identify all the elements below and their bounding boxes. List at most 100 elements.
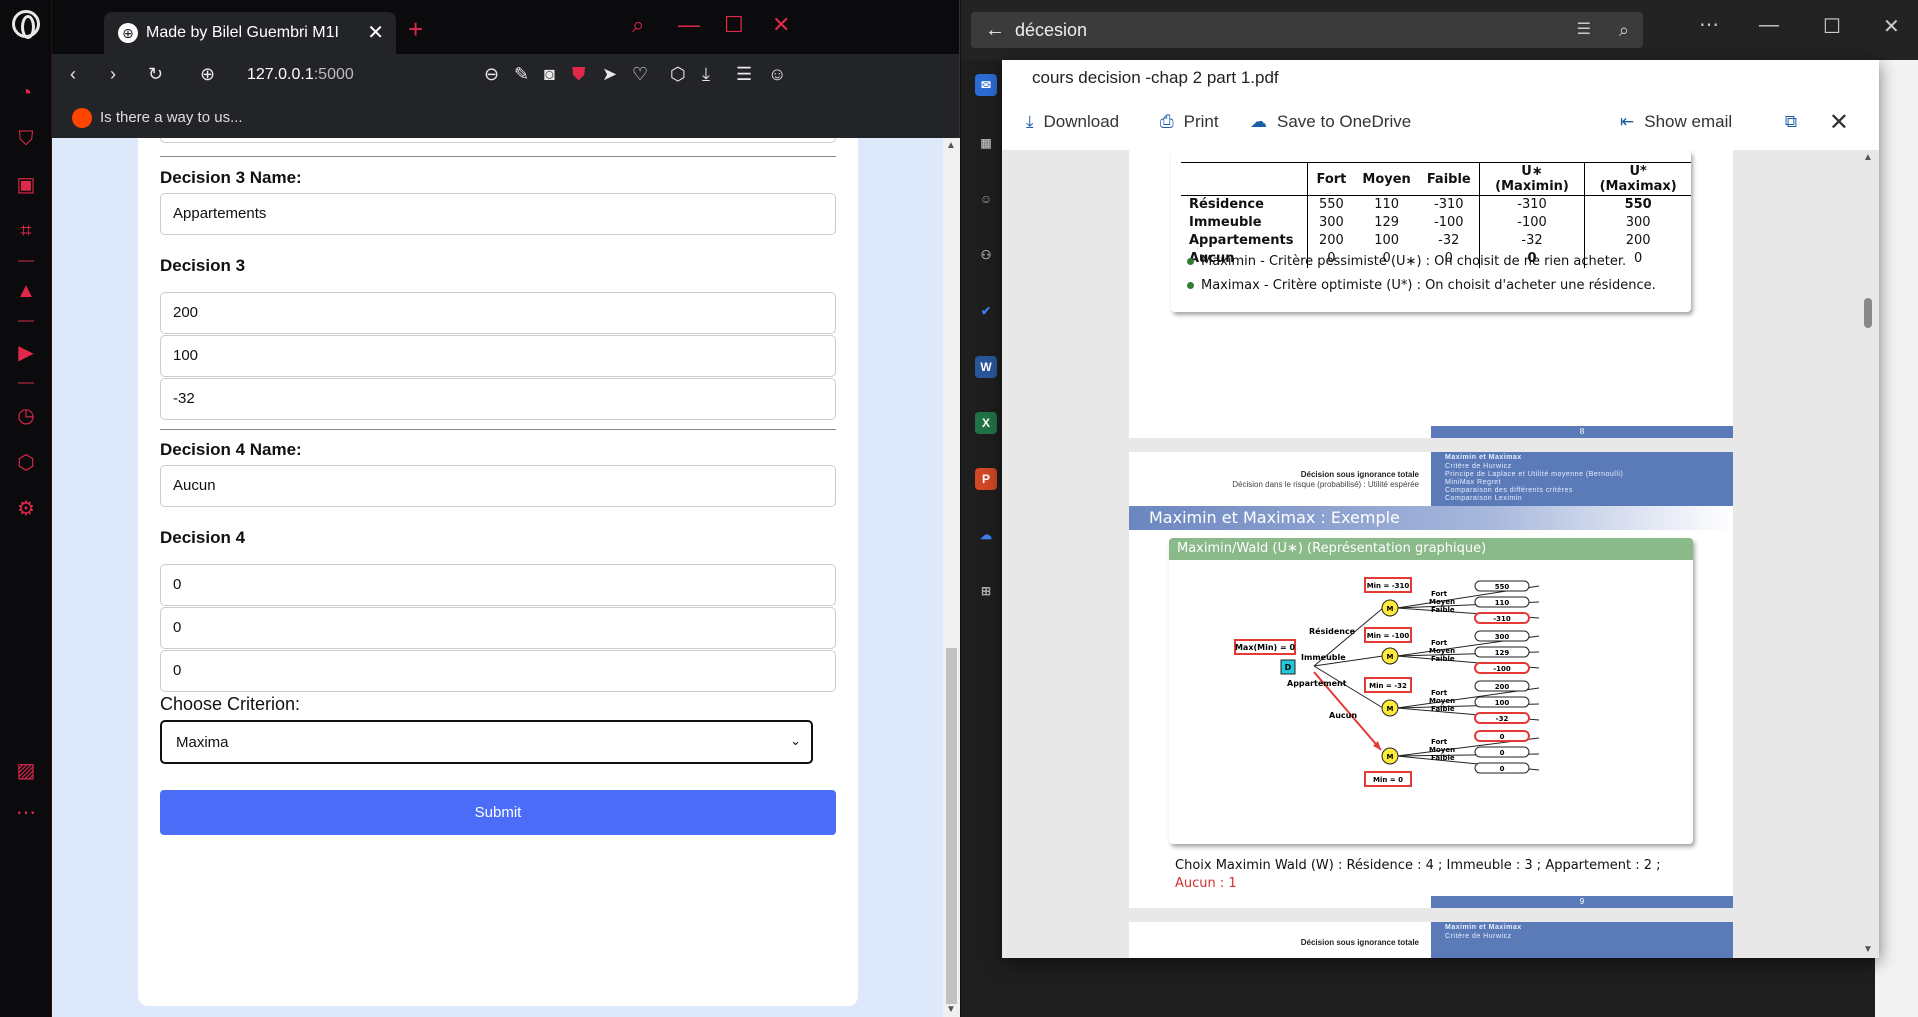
opera-tabbar: 🎮 ⊕ Made by Bilel Guembri M1I ✕ + ⌕ — ☐ … [52,0,959,54]
twitch-icon[interactable]: ▣ [13,172,39,198]
scroll-down-icon[interactable]: ▼ [1863,944,1873,955]
state-label: Moyen [1429,647,1455,655]
minimize-icon[interactable]: — [678,12,700,38]
page-scrollbar[interactable]: ▲ ▼ [943,138,960,1017]
table-cell: -32 [1438,233,1460,248]
new-tab-icon[interactable]: + [408,14,423,45]
reload-icon[interactable]: ↻ [148,64,163,85]
excel-icon[interactable]: X [975,412,997,434]
gx-control-icon[interactable]: ⌗ [13,218,39,244]
maximize-icon[interactable]: ☐ [724,12,744,38]
todo-check-icon[interactable]: ✔ [975,300,997,322]
table-cell: 110 [1374,197,1400,213]
popout-icon[interactable]: ⧉ [1785,112,1797,132]
back-arrow-icon[interactable]: ← [985,12,1005,48]
send-icon[interactable]: ➤ [602,64,617,85]
more-options-icon[interactable]: ⋯ [1699,12,1719,37]
search-icon[interactable]: ⌕ [1619,12,1629,48]
show-email-button[interactable]: ⇤ Show email [1620,112,1732,132]
decision4-faible-input[interactable]: 0 [160,650,836,692]
decision4-fort-input[interactable]: 0 [160,564,836,606]
min-label: Min = -100 [1367,632,1410,640]
mail-icon[interactable]: ✉ [975,74,997,96]
scrollbar-thumb[interactable] [1864,298,1872,328]
scrollbar-thumb[interactable] [946,648,957,1004]
word-icon[interactable]: W [975,356,997,378]
save-onedrive-button[interactable]: ☁ Save to OneDrive [1250,112,1411,132]
back-icon[interactable]: ‹ [70,64,76,85]
site-info-globe-icon[interactable]: ⊕ [200,64,215,85]
decision3-faible-input[interactable]: -32 [160,378,836,420]
outlook-right-pane [1875,60,1918,1017]
extensions-icon[interactable]: ⬡ [670,64,686,85]
download-button[interactable]: ⤓ Download [1026,112,1119,132]
nav-item: Maximin et Maximax [1445,454,1522,461]
extensions-cube-icon[interactable]: ⬡ [13,450,39,476]
opera-logo-icon[interactable] [12,10,40,39]
leaf-value: 300 [1495,633,1510,641]
address-bar[interactable]: 127.0.0.1:5000 [247,66,354,84]
search-query: décesion [1015,20,1088,40]
print-button[interactable]: ⎙ Print [1160,112,1219,132]
branch-label: Appartement [1287,679,1347,688]
minimize-icon[interactable]: — [1759,14,1779,37]
mail-search-box[interactable]: ← décesion ☰ ⌕ [971,12,1643,48]
edit-icon[interactable]: ✎ [514,64,529,85]
easy-setup-icon[interactable]: ☰ [736,64,752,85]
reddit-icon[interactable] [72,108,92,128]
calendar-icon[interactable]: ▦ [975,132,997,154]
downloads-icon[interactable]: ⤓ [702,64,710,85]
table-cell: -100 [1434,215,1464,230]
decision4-name-input[interactable]: Aucun [160,465,836,507]
filter-icon[interactable]: ☰ [1577,12,1591,48]
speed-dial-icon[interactable]: ◔ [13,80,39,106]
aria-icon[interactable]: ▲ [13,278,39,304]
scroll-down-icon[interactable]: ▼ [946,1004,956,1015]
adblock-shield-icon[interactable]: ⛊ [572,64,586,85]
powerpoint-icon[interactable]: P [975,468,997,490]
apps-grid-icon[interactable]: ⊞ [975,580,997,602]
leaf-value: 129 [1495,649,1510,657]
gallery-icon[interactable]: ▨ [13,758,39,784]
pdf-scrollbar[interactable]: ▲ ▼ [1861,150,1875,958]
table-cell: -310 [1478,195,1585,214]
scroll-up-icon[interactable]: ▲ [1863,152,1873,163]
decision3-name-input[interactable]: Appartements [160,193,836,235]
table-header: Moyen [1354,162,1419,196]
settings-gear-icon[interactable]: ⚙ [13,496,39,522]
more-dots-icon[interactable]: ⋯ [13,800,39,826]
pdf-page-9: Décision sous ignorance totale Décision … [1129,452,1733,908]
heart-icon[interactable]: ♡ [632,64,648,85]
table-row: Appartements 200 100 -32 -32 200 [1181,231,1691,250]
groups-icon[interactable]: ⚇ [975,244,997,266]
scroll-up-icon[interactable]: ▲ [946,140,956,151]
forward-icon[interactable]: › [110,64,116,85]
show-email-label: Show email [1644,112,1733,131]
close-window-icon[interactable]: ✕ [772,12,790,38]
close-window-icon[interactable]: ✕ [1883,14,1900,39]
decision3-fort-input[interactable]: 200 [160,292,836,334]
previous-input[interactable] [160,138,836,143]
decision4-moyen-input[interactable]: 0 [160,607,836,649]
criterion-select[interactable]: Maxima ⌄ [160,720,813,764]
slide-number: 9 [1431,896,1733,908]
chance-node-label: M [1387,653,1394,661]
zoom-icon[interactable]: ⊖ [484,64,499,85]
history-icon[interactable]: ◷ [13,403,39,429]
search-icon[interactable]: ⌕ [632,12,644,38]
active-tab[interactable]: ⊕ Made by Bilel Guembri M1I ✕ [104,12,396,54]
maximize-icon[interactable]: ☐ [1823,14,1841,39]
player-icon[interactable]: ▶ [13,340,39,366]
shopping-bag-icon[interactable]: ⛉ [13,126,39,152]
submit-button[interactable]: Submit [160,790,836,835]
bookmark-item[interactable]: Is there a way to us... [100,109,243,126]
people-icon[interactable]: ☺ [975,188,997,210]
decision3-moyen-input[interactable]: 100 [160,335,836,377]
profile-icon[interactable]: ☺ [768,64,786,85]
camera-icon[interactable]: ◙ [544,64,555,85]
graph-box: Maximin/Wald (U∗) (Représentation graphi… [1169,538,1693,844]
close-tab-icon[interactable]: ✕ [367,12,384,54]
close-viewer-icon[interactable]: ✕ [1829,108,1849,137]
onedrive-icon[interactable]: ☁ [975,524,997,546]
table-cell: Résidence [1189,197,1264,213]
